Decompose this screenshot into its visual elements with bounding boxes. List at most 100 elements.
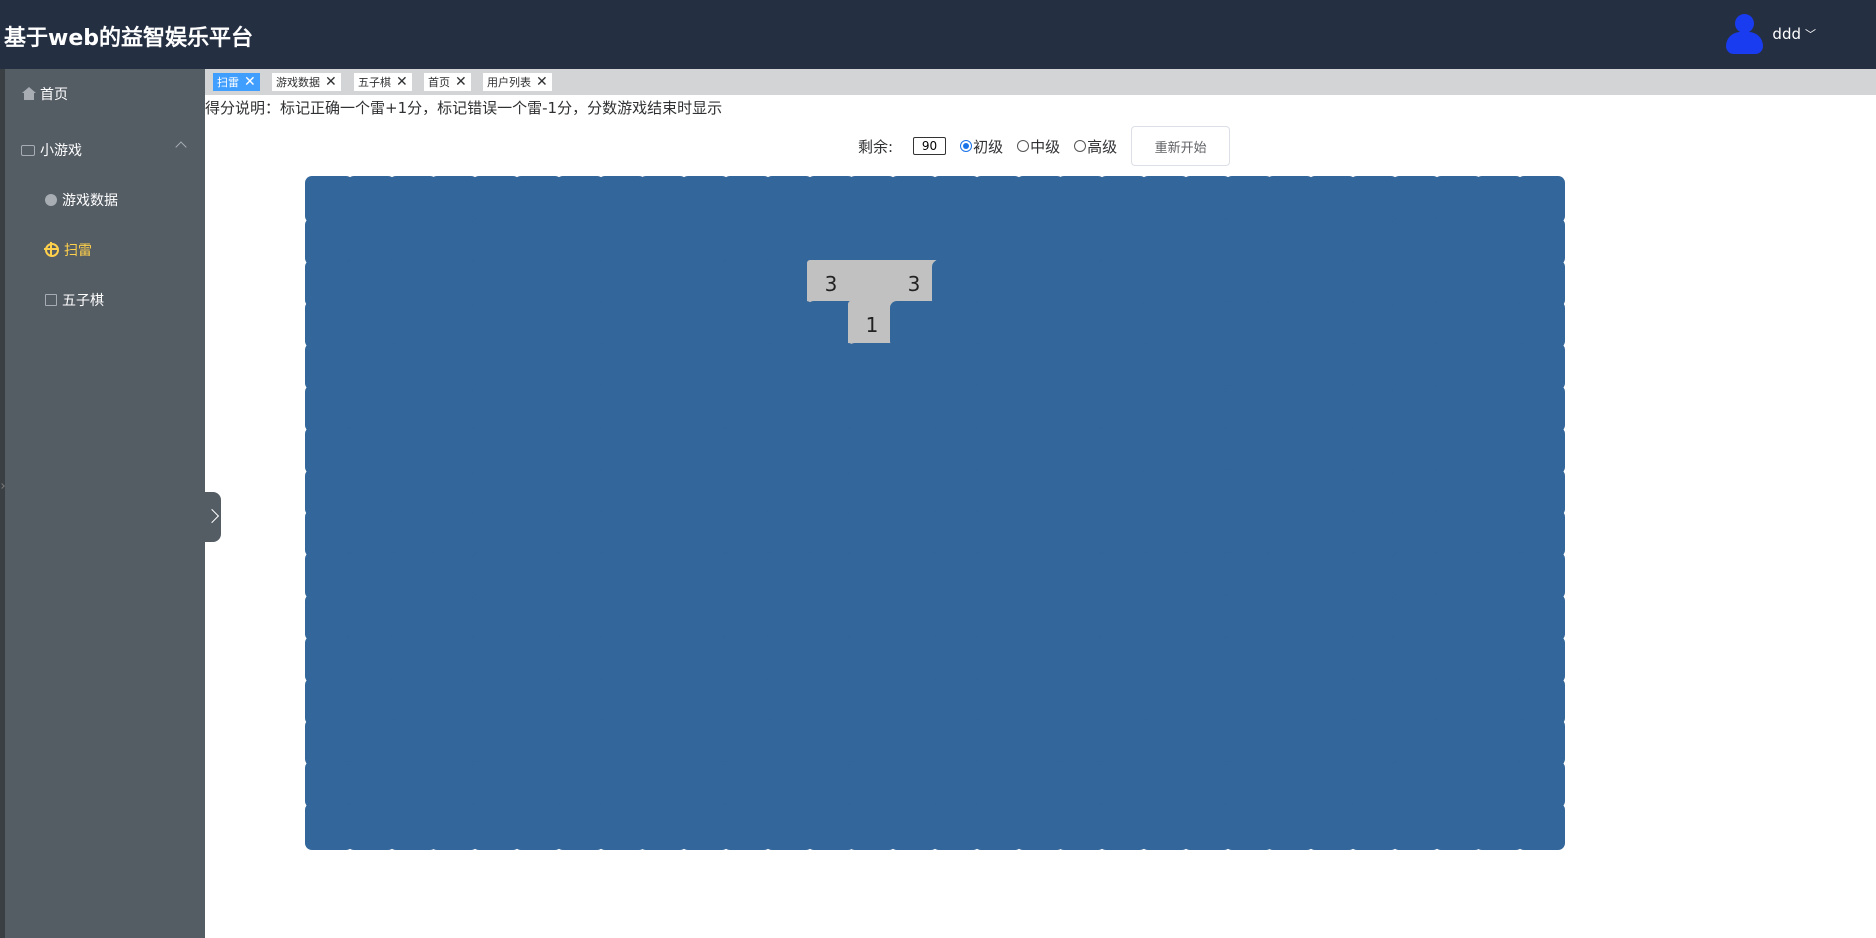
board-cell[interactable] — [1475, 552, 1523, 599]
board-cell[interactable] — [514, 719, 562, 766]
board-cell[interactable] — [1308, 719, 1356, 766]
board-cell[interactable] — [1099, 594, 1147, 641]
board-cell[interactable] — [514, 176, 562, 223]
board-cell[interactable] — [1392, 636, 1440, 683]
board-cell[interactable] — [681, 218, 729, 265]
board-cell[interactable] — [305, 803, 353, 850]
board-cell[interactable] — [1183, 260, 1231, 307]
board-cell[interactable] — [1057, 552, 1105, 599]
avatar-icon[interactable] — [1724, 14, 1764, 54]
close-icon[interactable]: ✕ — [244, 73, 256, 91]
board-cell[interactable] — [472, 427, 520, 474]
board-cell[interactable] — [848, 385, 896, 432]
board-cell[interactable] — [974, 636, 1022, 683]
board-cell[interactable] — [1392, 385, 1440, 432]
board-cell[interactable] — [305, 260, 353, 307]
board-cell[interactable] — [347, 385, 395, 432]
board-cell[interactable] — [1308, 678, 1356, 725]
board-cell[interactable] — [848, 803, 896, 850]
board-cell[interactable] — [472, 343, 520, 390]
board-cell[interactable] — [639, 678, 687, 725]
board-cell[interactable] — [890, 343, 938, 390]
board-cell[interactable] — [932, 385, 980, 432]
user-menu[interactable]: ddd ﹀ — [1724, 14, 1816, 54]
board-cell[interactable] — [556, 510, 604, 557]
board-cell[interactable] — [1266, 218, 1314, 265]
username[interactable]: ddd — [1772, 25, 1801, 43]
board-cell[interactable] — [848, 218, 896, 265]
board-cell[interactable] — [974, 427, 1022, 474]
board-cell[interactable] — [1057, 385, 1105, 432]
board-cell[interactable] — [1183, 469, 1231, 516]
board-cell[interactable] — [681, 552, 729, 599]
board-cell[interactable] — [1266, 260, 1314, 307]
board-cell[interactable] — [472, 636, 520, 683]
board-cell[interactable] — [1183, 803, 1231, 850]
board-cell[interactable] — [765, 260, 813, 307]
board-cell[interactable] — [472, 469, 520, 516]
board-cell[interactable] — [556, 469, 604, 516]
board-cell[interactable] — [305, 510, 353, 557]
board-cell[interactable] — [1141, 427, 1189, 474]
board-cell[interactable] — [681, 636, 729, 683]
board-cell[interactable] — [514, 301, 562, 348]
board-cell[interactable] — [1057, 594, 1105, 641]
board-cell[interactable] — [1350, 636, 1398, 683]
board-cell[interactable] — [932, 678, 980, 725]
board-cell[interactable] — [1475, 301, 1523, 348]
board-cell[interactable] — [1517, 343, 1565, 390]
remaining-input[interactable] — [913, 137, 947, 155]
board-cell[interactable] — [1517, 385, 1565, 432]
board-cell[interactable] — [932, 803, 980, 850]
board-cell[interactable] — [681, 343, 729, 390]
board-cell[interactable] — [890, 552, 938, 599]
board-cell[interactable] — [1266, 510, 1314, 557]
board-cell[interactable] — [1517, 218, 1565, 265]
board-cell[interactable] — [1266, 385, 1314, 432]
board-cell[interactable] — [347, 218, 395, 265]
board-cell[interactable] — [1350, 761, 1398, 808]
board-cell[interactable] — [765, 301, 813, 348]
board-cell[interactable] — [556, 594, 604, 641]
board-cell[interactable] — [723, 218, 771, 265]
board-cell[interactable] — [1475, 761, 1523, 808]
board-cell[interactable] — [556, 301, 604, 348]
board-cell[interactable] — [347, 510, 395, 557]
board-cell[interactable] — [472, 176, 520, 223]
board-cell[interactable] — [1350, 260, 1398, 307]
board-cell[interactable] — [1475, 719, 1523, 766]
board-cell[interactable] — [765, 678, 813, 725]
board-cell[interactable] — [1517, 594, 1565, 641]
board-cell[interactable] — [514, 427, 562, 474]
board-cell[interactable] — [472, 552, 520, 599]
board-cell[interactable] — [974, 218, 1022, 265]
board-cell[interactable] — [1099, 260, 1147, 307]
board-cell[interactable] — [430, 260, 478, 307]
board-cell[interactable] — [430, 343, 478, 390]
board-cell[interactable] — [514, 594, 562, 641]
close-icon[interactable]: ✕ — [396, 73, 408, 91]
board-cell[interactable] — [890, 469, 938, 516]
board-cell[interactable] — [681, 469, 729, 516]
board-cell[interactable] — [1475, 218, 1523, 265]
board-cell[interactable] — [430, 719, 478, 766]
board-cell[interactable] — [1057, 510, 1105, 557]
board-cell[interactable] — [723, 594, 771, 641]
board-cell[interactable] — [974, 469, 1022, 516]
board-cell[interactable] — [1350, 719, 1398, 766]
board-cell[interactable] — [723, 719, 771, 766]
board-cell[interactable] — [765, 510, 813, 557]
board-cell[interactable] — [1057, 260, 1105, 307]
board-cell[interactable] — [1308, 427, 1356, 474]
board-cell[interactable] — [932, 594, 980, 641]
board-cell[interactable] — [1308, 343, 1356, 390]
board-cell[interactable] — [1475, 385, 1523, 432]
board-cell[interactable] — [974, 719, 1022, 766]
board-cell[interactable] — [890, 385, 938, 432]
board-cell[interactable] — [514, 469, 562, 516]
board-cell[interactable] — [723, 301, 771, 348]
board-cell[interactable] — [514, 343, 562, 390]
board-cell[interactable] — [347, 719, 395, 766]
board-cell[interactable] — [639, 636, 687, 683]
board-cell[interactable] — [681, 301, 729, 348]
